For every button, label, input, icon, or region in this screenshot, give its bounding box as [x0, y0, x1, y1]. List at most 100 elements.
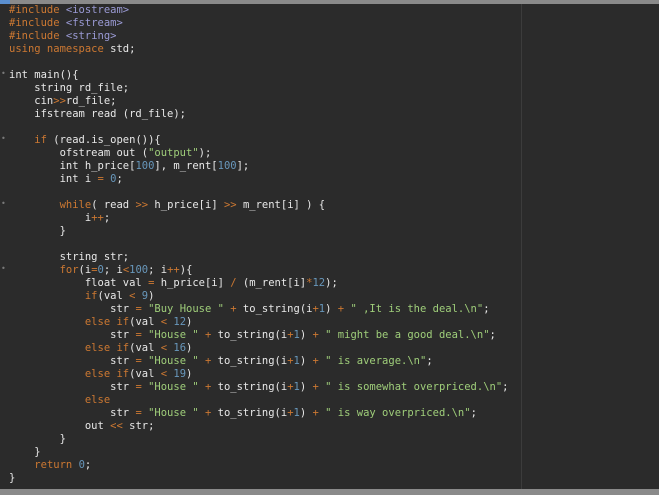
code-token: string str; — [9, 251, 130, 263]
code-line[interactable]: else if(val < 16) — [9, 342, 509, 355]
code-line[interactable]: else if(val < 12) — [9, 316, 509, 329]
code-token: ifstream read (rd_file); — [9, 108, 187, 120]
code-line[interactable]: string rd_file; — [9, 82, 509, 95]
code-token: (val — [97, 290, 130, 302]
code-line[interactable]: } — [9, 225, 509, 238]
code-line[interactable]: int main(){ — [9, 69, 509, 82]
code-token: (val — [129, 342, 161, 354]
code-line[interactable]: if(val < 9) — [9, 290, 509, 303]
code-line[interactable]: } — [9, 433, 509, 446]
code-token: << — [110, 420, 123, 432]
code-token: ], m_rent[ — [154, 160, 218, 172]
code-token: >> — [223, 199, 237, 211]
code-token: str — [9, 355, 136, 367]
code-token: <string> — [65, 30, 117, 42]
code-token: ) — [299, 407, 313, 419]
code-line[interactable]: ifstream read (rd_file); — [9, 108, 509, 121]
code-token: cin — [9, 95, 54, 107]
code-token: (m_rent[i] — [236, 277, 307, 289]
code-token: return — [34, 459, 73, 471]
code-line[interactable] — [9, 238, 509, 251]
code-token: 100 — [135, 160, 155, 172]
code-token: float val — [9, 277, 149, 289]
code-line[interactable]: float val = h_price[i] / (m_rent[i]*12); — [9, 277, 509, 290]
code-token: (i — [78, 264, 92, 276]
code-line[interactable]: } — [9, 446, 509, 459]
code-line[interactable]: else if(val < 19) — [9, 368, 509, 381]
code-token: while — [59, 199, 92, 211]
fold-marker-icon[interactable]: • — [1, 265, 6, 273]
code-token: } — [9, 472, 16, 484]
code-token: "House " — [148, 381, 199, 393]
code-token: ]; — [236, 160, 250, 172]
code-token: ; — [116, 173, 123, 185]
code-line[interactable]: string str; — [9, 251, 509, 264]
code-line[interactable]: int i = 0; — [9, 173, 509, 186]
code-token: 12 — [173, 316, 187, 328]
code-token: string rd_file; — [9, 82, 130, 94]
code-line[interactable] — [9, 186, 509, 199]
code-line[interactable]: using namespace std; — [9, 43, 509, 56]
code-line[interactable]: #include <iostream> — [9, 4, 509, 17]
code-token: "House " — [148, 407, 199, 419]
code-line[interactable]: cin>>rd_file; — [9, 95, 509, 108]
code-token: m_rent[i] ) { — [236, 199, 326, 211]
code-line[interactable]: return 0; — [9, 459, 509, 472]
editor-bottom-bar — [0, 489, 659, 495]
code-token: ){ — [179, 264, 193, 276]
fold-marker-icon[interactable]: • — [1, 70, 6, 78]
code-line[interactable]: str = "House " + to_string(i+1) + " is s… — [9, 381, 508, 394]
code-token: "House " — [148, 329, 199, 341]
code-line[interactable]: str = "House " + to_string(i+1) + " is a… — [9, 355, 509, 368]
fold-marker-icon[interactable]: • — [1, 200, 6, 208]
code-token: if — [34, 134, 47, 146]
code-line[interactable]: i++; — [9, 212, 509, 225]
code-line[interactable]: out << str; — [9, 420, 509, 433]
code-line[interactable]: if (read.is_open()){ — [9, 134, 509, 147]
code-line[interactable]: } — [9, 472, 509, 485]
code-token: h_price[i] — [154, 277, 231, 289]
code-token: ) — [186, 316, 193, 328]
editor-gutter[interactable]: • • • • — [0, 4, 7, 489]
code-token: " is average.\n" — [325, 355, 427, 367]
code-token: <fstream> — [65, 17, 123, 29]
code-token: to_string(i — [211, 407, 288, 419]
code-line[interactable]: #include <fstream> — [9, 17, 509, 30]
code-line[interactable] — [9, 56, 509, 69]
code-token: 100 — [217, 160, 237, 172]
code-editor-window: • • • • #include <iostream> #include <fst… — [0, 0, 659, 495]
fold-marker-icon[interactable]: • — [1, 135, 6, 143]
code-token: ) — [299, 355, 313, 367]
code-text-area[interactable]: #include <iostream> #include <fstream> #in… — [9, 4, 509, 485]
code-token: ( read — [91, 199, 136, 211]
code-token: ofstream out ( — [9, 147, 149, 159]
code-token: " might be a good deal.\n" — [325, 329, 490, 341]
code-token: #include — [9, 4, 66, 16]
code-line[interactable] — [9, 121, 509, 134]
code-token: int h_price[ — [9, 160, 136, 172]
code-line[interactable]: str = "Buy House " + to_string(i+1) + " … — [9, 303, 509, 316]
code-token: #include — [9, 17, 66, 29]
code-line[interactable]: for(i=0; i<100; i++){ — [9, 264, 509, 277]
code-token: ) — [325, 303, 338, 315]
code-token: std; — [110, 43, 136, 55]
code-line[interactable]: ofstream out ("output"); — [9, 147, 509, 160]
code-line[interactable]: else — [9, 394, 509, 407]
code-line[interactable]: str = "House " + to_string(i+1) + " is w… — [9, 407, 509, 420]
code-token: else if — [84, 368, 130, 380]
code-token: <iostream> — [65, 4, 130, 16]
code-line[interactable]: #include <string> — [9, 30, 509, 43]
code-token: int i — [9, 173, 98, 185]
code-line[interactable]: str = "House " + to_string(i+1) + " migh… — [9, 329, 509, 342]
code-line[interactable]: int h_price[100], m_rent[100]; — [9, 160, 509, 173]
code-line[interactable]: while( read >> h_price[i] >> m_rent[i] )… — [9, 199, 509, 212]
code-token: ) — [148, 290, 155, 302]
code-token: else if — [84, 316, 130, 328]
code-token: " ,It is the deal.\n" — [350, 303, 484, 315]
code-token: ; — [470, 407, 477, 419]
